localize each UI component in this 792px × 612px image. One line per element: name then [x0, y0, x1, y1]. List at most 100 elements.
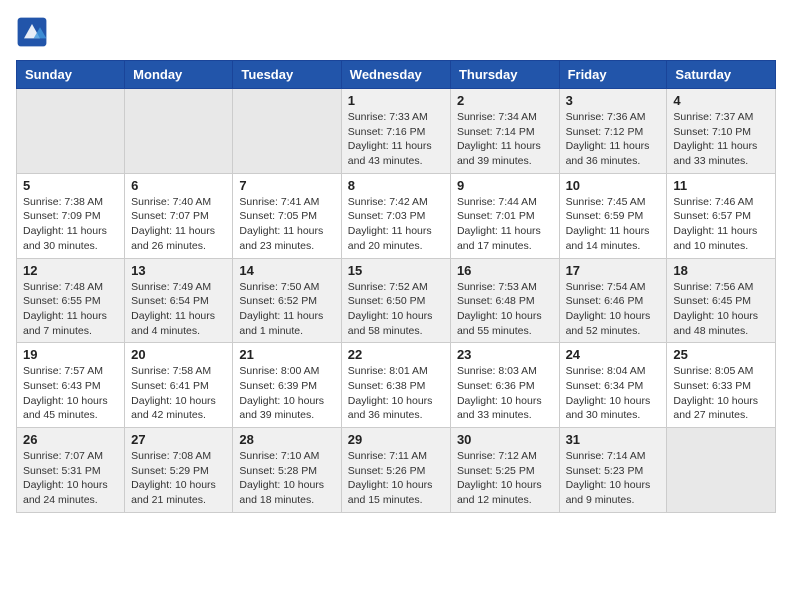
day-number: 22: [348, 347, 444, 362]
day-number: 19: [23, 347, 118, 362]
calendar-day-cell: 28 Sunrise: 7:10 AM Sunset: 5:28 PM Dayli…: [233, 428, 341, 513]
day-number: 13: [131, 263, 226, 278]
calendar-day-cell: 6Sunrise: 7:40 AM Sunset: 7:07 PM Daylig…: [125, 173, 233, 258]
day-info: Sunrise: 7:48 AM Sunset: 6:55 PM Dayligh…: [23, 280, 118, 339]
calendar-week-row: 12 Sunrise: 7:48 AM Sunset: 6:55 PM Dayli…: [17, 258, 776, 343]
day-info: Sunrise: 7:08 AM Sunset: 5:29 PM Dayligh…: [131, 449, 226, 508]
day-number: 18: [673, 263, 769, 278]
day-number: 1: [348, 93, 444, 108]
day-number: 14: [239, 263, 334, 278]
day-number: 11: [673, 178, 769, 193]
calendar-week-row: 26 Sunrise: 7:07 AM Sunset: 5:31 PM Dayli…: [17, 428, 776, 513]
day-info: Sunrise: 7:49 AM Sunset: 6:54 PM Dayligh…: [131, 280, 226, 339]
day-number: 26: [23, 432, 118, 447]
calendar-day-cell: 1 Sunrise: 7:33 AM Sunset: 7:16 PM Daylig…: [341, 89, 450, 174]
day-info: Sunrise: 7:58 AM Sunset: 6:41 PM Dayligh…: [131, 364, 226, 423]
day-number: 29: [348, 432, 444, 447]
day-info: Sunrise: 8:05 AM Sunset: 6:33 PM Dayligh…: [673, 364, 769, 423]
day-number: 15: [348, 263, 444, 278]
day-info: Sunrise: 7:46 AM Sunset: 6:57 PM Dayligh…: [673, 195, 769, 254]
calendar-day-cell: 2Sunrise: 7:34 AM Sunset: 7:14 PM Daylig…: [450, 89, 559, 174]
calendar-week-row: 1 Sunrise: 7:33 AM Sunset: 7:16 PM Daylig…: [17, 89, 776, 174]
day-info: Sunrise: 7:11 AM Sunset: 5:26 PM Dayligh…: [348, 449, 444, 508]
day-number: 28: [239, 432, 334, 447]
day-number: 16: [457, 263, 553, 278]
calendar-week-row: 19 Sunrise: 7:57 AM Sunset: 6:43 PM Dayli…: [17, 343, 776, 428]
calendar-day-cell: 25Sunrise: 8:05 AM Sunset: 6:33 PM Dayli…: [667, 343, 776, 428]
day-number: 23: [457, 347, 553, 362]
weekday-header-monday: Monday: [125, 61, 233, 89]
calendar-day-cell: 5 Sunrise: 7:38 AM Sunset: 7:09 PM Daylig…: [17, 173, 125, 258]
day-number: 12: [23, 263, 118, 278]
day-info: Sunrise: 7:45 AM Sunset: 6:59 PM Dayligh…: [566, 195, 661, 254]
calendar-day-cell: 4 Sunrise: 7:37 AM Sunset: 7:10 PM Daylig…: [667, 89, 776, 174]
calendar-day-cell: 24 Sunrise: 8:04 AM Sunset: 6:34 PM Dayli…: [559, 343, 667, 428]
calendar-day-cell: 17Sunrise: 7:54 AM Sunset: 6:46 PM Dayli…: [559, 258, 667, 343]
weekday-header-tuesday: Tuesday: [233, 61, 341, 89]
calendar-table: SundayMondayTuesdayWednesdayThursdayFrid…: [16, 60, 776, 513]
day-number: 17: [566, 263, 661, 278]
day-number: 9: [457, 178, 553, 193]
day-number: 5: [23, 178, 118, 193]
calendar-day-cell: 7 Sunrise: 7:41 AM Sunset: 7:05 PM Daylig…: [233, 173, 341, 258]
calendar-day-cell: 31 Sunrise: 7:14 AM Sunset: 5:23 PM Dayli…: [559, 428, 667, 513]
day-info: Sunrise: 7:33 AM Sunset: 7:16 PM Dayligh…: [348, 110, 444, 169]
calendar-week-row: 5 Sunrise: 7:38 AM Sunset: 7:09 PM Daylig…: [17, 173, 776, 258]
calendar-day-cell: 20 Sunrise: 7:58 AM Sunset: 6:41 PM Dayli…: [125, 343, 233, 428]
calendar-day-cell: 3 Sunrise: 7:36 AM Sunset: 7:12 PM Daylig…: [559, 89, 667, 174]
calendar-day-cell: [17, 89, 125, 174]
day-info: Sunrise: 7:36 AM Sunset: 7:12 PM Dayligh…: [566, 110, 661, 169]
day-number: 2: [457, 93, 553, 108]
day-info: Sunrise: 7:10 AM Sunset: 5:28 PM Dayligh…: [239, 449, 334, 508]
day-info: Sunrise: 7:12 AM Sunset: 5:25 PM Dayligh…: [457, 449, 553, 508]
calendar-day-cell: 12 Sunrise: 7:48 AM Sunset: 6:55 PM Dayli…: [17, 258, 125, 343]
day-number: 20: [131, 347, 226, 362]
calendar-day-cell: 15 Sunrise: 7:52 AM Sunset: 6:50 PM Dayli…: [341, 258, 450, 343]
day-info: Sunrise: 7:41 AM Sunset: 7:05 PM Dayligh…: [239, 195, 334, 254]
day-info: Sunrise: 8:03 AM Sunset: 6:36 PM Dayligh…: [457, 364, 553, 423]
weekday-header-friday: Friday: [559, 61, 667, 89]
calendar-day-cell: [667, 428, 776, 513]
calendar-day-cell: 11 Sunrise: 7:46 AM Sunset: 6:57 PM Dayli…: [667, 173, 776, 258]
calendar-day-cell: 13 Sunrise: 7:49 AM Sunset: 6:54 PM Dayli…: [125, 258, 233, 343]
day-number: 27: [131, 432, 226, 447]
calendar-day-cell: 10 Sunrise: 7:45 AM Sunset: 6:59 PM Dayli…: [559, 173, 667, 258]
calendar-day-cell: 23 Sunrise: 8:03 AM Sunset: 6:36 PM Dayli…: [450, 343, 559, 428]
day-info: Sunrise: 7:38 AM Sunset: 7:09 PM Dayligh…: [23, 195, 118, 254]
calendar-day-cell: 16 Sunrise: 7:53 AM Sunset: 6:48 PM Dayli…: [450, 258, 559, 343]
calendar-day-cell: 19 Sunrise: 7:57 AM Sunset: 6:43 PM Dayli…: [17, 343, 125, 428]
day-info: Sunrise: 7:07 AM Sunset: 5:31 PM Dayligh…: [23, 449, 118, 508]
day-number: 21: [239, 347, 334, 362]
calendar-day-cell: 27 Sunrise: 7:08 AM Sunset: 5:29 PM Dayli…: [125, 428, 233, 513]
day-info: Sunrise: 7:50 AM Sunset: 6:52 PM Dayligh…: [239, 280, 334, 339]
day-info: Sunrise: 7:42 AM Sunset: 7:03 PM Dayligh…: [348, 195, 444, 254]
calendar-day-cell: 30 Sunrise: 7:12 AM Sunset: 5:25 PM Dayli…: [450, 428, 559, 513]
weekday-header-wednesday: Wednesday: [341, 61, 450, 89]
day-number: 3: [566, 93, 661, 108]
day-info: Sunrise: 7:56 AM Sunset: 6:45 PM Dayligh…: [673, 280, 769, 339]
day-info: Sunrise: 7:14 AM Sunset: 5:23 PM Dayligh…: [566, 449, 661, 508]
day-number: 31: [566, 432, 661, 447]
day-info: Sunrise: 8:01 AM Sunset: 6:38 PM Dayligh…: [348, 364, 444, 423]
calendar-day-cell: 26 Sunrise: 7:07 AM Sunset: 5:31 PM Dayli…: [17, 428, 125, 513]
day-number: 30: [457, 432, 553, 447]
day-number: 4: [673, 93, 769, 108]
calendar-day-cell: [233, 89, 341, 174]
day-info: Sunrise: 7:37 AM Sunset: 7:10 PM Dayligh…: [673, 110, 769, 169]
weekday-header-sunday: Sunday: [17, 61, 125, 89]
day-info: Sunrise: 7:57 AM Sunset: 6:43 PM Dayligh…: [23, 364, 118, 423]
calendar-day-cell: 14 Sunrise: 7:50 AM Sunset: 6:52 PM Dayli…: [233, 258, 341, 343]
calendar-header-row: SundayMondayTuesdayWednesdayThursdayFrid…: [17, 61, 776, 89]
day-info: Sunrise: 7:52 AM Sunset: 6:50 PM Dayligh…: [348, 280, 444, 339]
day-number: 8: [348, 178, 444, 193]
calendar-day-cell: 22 Sunrise: 8:01 AM Sunset: 6:38 PM Dayli…: [341, 343, 450, 428]
day-info: Sunrise: 7:53 AM Sunset: 6:48 PM Dayligh…: [457, 280, 553, 339]
calendar-day-cell: 18 Sunrise: 7:56 AM Sunset: 6:45 PM Dayli…: [667, 258, 776, 343]
calendar-day-cell: 8 Sunrise: 7:42 AM Sunset: 7:03 PM Daylig…: [341, 173, 450, 258]
day-number: 24: [566, 347, 661, 362]
day-info: Sunrise: 8:04 AM Sunset: 6:34 PM Dayligh…: [566, 364, 661, 423]
day-number: 10: [566, 178, 661, 193]
day-number: 7: [239, 178, 334, 193]
calendar-day-cell: 9Sunrise: 7:44 AM Sunset: 7:01 PM Daylig…: [450, 173, 559, 258]
weekday-header-saturday: Saturday: [667, 61, 776, 89]
